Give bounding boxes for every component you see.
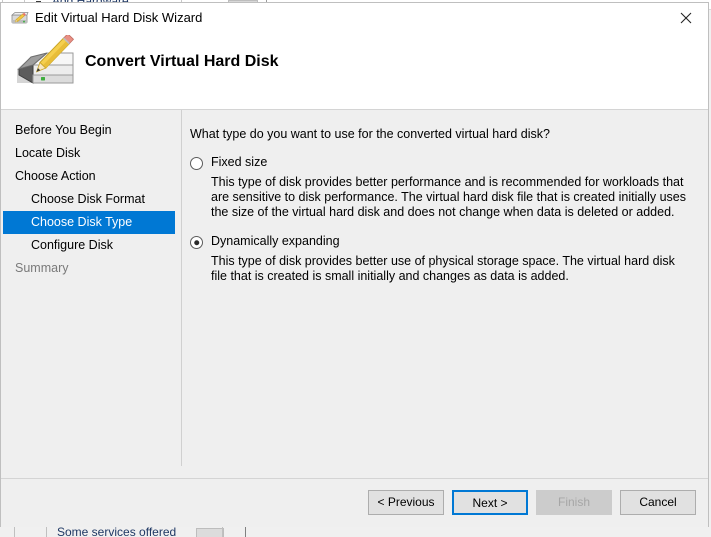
option-description: This type of disk provides better use of… xyxy=(211,254,675,283)
sidebar-step-configure-disk[interactable]: Configure Disk xyxy=(1,234,181,257)
previous-button[interactable]: < Previous xyxy=(368,490,444,515)
background-button xyxy=(196,528,224,537)
title-bar: Edit Virtual Hard Disk Wizard xyxy=(1,3,708,33)
page-title: Convert Virtual Hard Disk xyxy=(85,53,279,70)
wizard-footer: < Previous Next > Finish Cancel xyxy=(1,478,708,527)
sidebar-step-locate-disk[interactable]: Locate Disk xyxy=(1,142,181,165)
radio-button-checked-icon[interactable] xyxy=(190,236,203,249)
button-bar: < Previous Next > Finish Cancel xyxy=(368,490,696,515)
wizard-header: Convert Virtual Hard Disk xyxy=(1,33,708,110)
radio-button-unchecked-icon[interactable] xyxy=(190,157,203,170)
sidebar-step-choose-disk-format[interactable]: Choose Disk Format xyxy=(1,188,181,211)
option-dynamically-expanding: Dynamically expanding This type of disk p… xyxy=(190,234,694,284)
sidebar-step-choose-action[interactable]: Choose Action xyxy=(1,165,181,188)
wizard-steps-sidebar: Before You Begin Locate Disk Choose Action… xyxy=(1,119,181,280)
option-description: This type of disk provides better perfor… xyxy=(211,175,686,219)
option-fixed-size: Fixed size This type of disk provides bet… xyxy=(190,155,694,220)
window-title: Edit Virtual Hard Disk Wizard xyxy=(35,10,203,25)
option-label: Dynamically expanding xyxy=(211,234,340,248)
edit-disk-icon xyxy=(11,11,29,26)
screen: Add Hardware < P Some services offered xyxy=(0,0,711,537)
main-pane: What type do you want to use for the con… xyxy=(190,110,694,284)
sidebar-step-summary[interactable]: Summary xyxy=(1,257,181,280)
close-button[interactable] xyxy=(664,3,708,32)
option-label: Fixed size xyxy=(211,155,268,169)
edit-virtual-hard-disk-wizard-dialog: Edit Virtual Hard Disk Wizard Convert Vi… xyxy=(0,2,709,527)
disk-type-radio-group: Fixed size This type of disk provides bet… xyxy=(190,155,694,284)
radio-option-row[interactable]: Fixed size xyxy=(190,155,694,170)
sidebar-divider xyxy=(181,110,182,466)
hard-disk-pencil-icon xyxy=(11,33,79,93)
sidebar-step-choose-disk-type[interactable]: Choose Disk Type xyxy=(3,211,175,234)
cancel-button[interactable]: Cancel xyxy=(620,490,696,515)
sidebar-step-before-you-begin[interactable]: Before You Begin xyxy=(1,119,181,142)
wizard-body: Before You Begin Locate Disk Choose Action… xyxy=(1,110,708,478)
finish-button: Finish xyxy=(536,490,612,515)
question-label: What type do you want to use for the con… xyxy=(190,127,550,141)
close-icon xyxy=(680,12,692,23)
next-button[interactable]: Next > xyxy=(452,490,528,515)
radio-option-row[interactable]: Dynamically expanding xyxy=(190,234,694,249)
